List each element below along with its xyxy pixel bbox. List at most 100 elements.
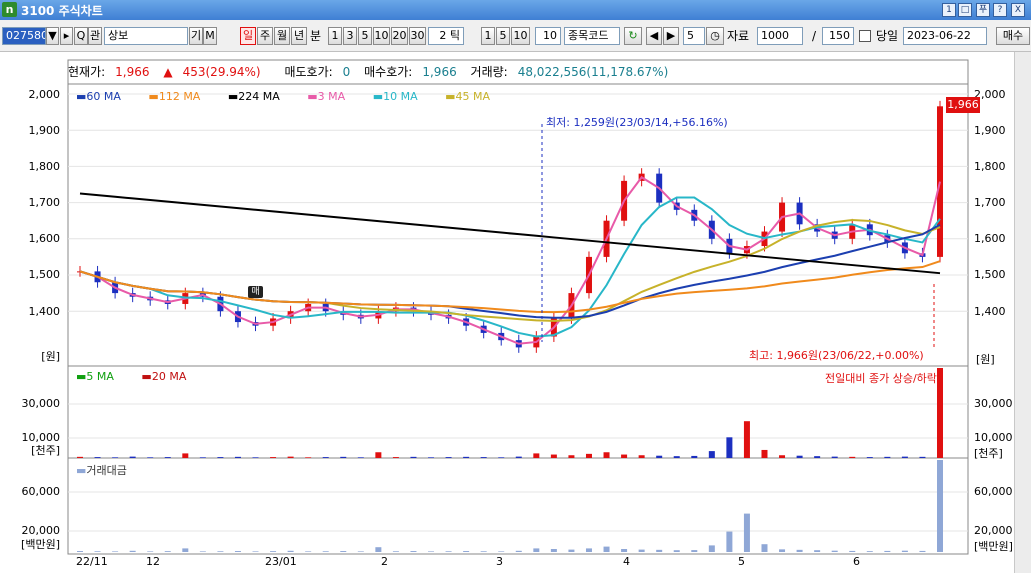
today-checkbox[interactable] (859, 30, 871, 42)
x-tick: 2 (381, 555, 388, 568)
period-month-button[interactable]: 월 (274, 27, 290, 45)
minute-1-button[interactable]: 1 (328, 27, 342, 45)
legend-ma10[interactable]: ▬10 MA (373, 90, 430, 103)
volume-bar (743, 421, 750, 458)
search-icon[interactable]: Q (74, 27, 88, 45)
amount-bar (901, 550, 908, 552)
volume-bar (638, 455, 645, 458)
vertical-scrollbar[interactable] (1014, 52, 1031, 573)
amount-bar (77, 551, 83, 552)
volume-bar (305, 457, 312, 458)
minute-20-button[interactable]: 20 (391, 27, 408, 45)
buy-signal-marker: 매 (248, 286, 263, 298)
amount-bar (234, 551, 241, 552)
amount-bar (691, 550, 698, 552)
volume-bar (129, 456, 136, 458)
window-btn-close[interactable]: X (1011, 3, 1025, 17)
data-label: 자료 (727, 29, 750, 43)
legend-vol20[interactable]: ▬20 MA (141, 370, 198, 383)
amount-bar (182, 548, 189, 552)
기-button[interactable]: 기 (189, 27, 203, 45)
stock-name-field[interactable]: 상보 (104, 27, 188, 45)
ask-label: 매도호가: (284, 65, 333, 79)
window-btn-restore[interactable]: □ (958, 3, 972, 17)
volume-bar (112, 457, 119, 458)
tick-10-button[interactable]: 10 (511, 27, 530, 45)
up-arrow-icon: ▲ (163, 65, 173, 79)
ma45-line (79, 218, 941, 322)
x-tick: 12 (146, 555, 160, 568)
tick-1-button[interactable]: 1 (481, 27, 495, 45)
next-icon[interactable]: ▶ (663, 27, 679, 45)
period-day-button[interactable]: 일 (240, 27, 256, 45)
volume-bar (428, 457, 435, 458)
buy-button[interactable]: 매수 (996, 27, 1030, 45)
volume-bar (498, 457, 505, 458)
code-next-icon[interactable]: ▸ (60, 27, 73, 45)
prev-icon[interactable]: ◀ (646, 27, 662, 45)
amount-bar (831, 550, 838, 552)
volume-bar (621, 454, 628, 458)
legend-ma45[interactable]: ▬45 MA (445, 90, 502, 103)
volume-bar (533, 453, 540, 458)
price-tick: 1,400 (28, 305, 61, 318)
refresh-icon[interactable]: ↻ (624, 27, 642, 45)
x-tick: 4 (623, 555, 630, 568)
volume-bar (673, 456, 680, 458)
amount-bar (199, 551, 206, 552)
tick-input[interactable]: 2 틱 (428, 27, 464, 45)
amount-bar (129, 550, 136, 552)
amount-bar (603, 546, 610, 552)
m-button[interactable]: M (203, 27, 217, 45)
volume-bar (779, 455, 786, 458)
date-select[interactable]: 2023-06-22 (903, 27, 987, 45)
amount-bar (779, 549, 786, 552)
legend-ma60[interactable]: ▬60 MA (76, 90, 133, 103)
window-btn-help[interactable]: ? (993, 3, 1007, 17)
minute-5-button[interactable]: 5 (358, 27, 372, 45)
legend-ma224[interactable]: ▬224 MA (228, 90, 292, 103)
tick-count-input[interactable]: 10 (535, 27, 561, 45)
legend-vol5[interactable]: ▬5 MA (76, 370, 126, 383)
count-total-input[interactable]: 150 (822, 27, 854, 45)
volume-label: 거래량: (470, 65, 508, 79)
clock-icon[interactable]: ◷ (706, 27, 724, 45)
app-icon: n (2, 2, 17, 17)
watchlist-button[interactable]: 관 (88, 27, 102, 45)
amount-bar (322, 551, 329, 552)
stock-code-input[interactable]: 027580 (2, 27, 46, 45)
volume-unit: [천주] (31, 444, 60, 457)
amount-bar (656, 549, 663, 552)
volume-bar (585, 453, 592, 458)
code-dropdown-icon[interactable]: ▼ (46, 27, 59, 45)
tick-5-button[interactable]: 5 (496, 27, 510, 45)
legend-ma3[interactable]: ▬3 MA (307, 90, 357, 103)
amount-tick: 60,000 (21, 485, 61, 498)
volume-bar (901, 456, 908, 458)
minute-30-button[interactable]: 30 (409, 27, 426, 45)
volume-bar (287, 456, 294, 458)
window-btn-pin[interactable]: 푸 (976, 3, 990, 17)
volume-bar (656, 455, 663, 458)
minute-10-button[interactable]: 10 (373, 27, 390, 45)
period-week-button[interactable]: 주 (257, 27, 273, 45)
price-tick: 2,000 (28, 88, 61, 101)
chart-svg[interactable] (0, 52, 1031, 573)
volume-bar (761, 449, 768, 458)
amount-panel-frame (67, 457, 969, 555)
data-count-select[interactable]: 1000 (757, 27, 803, 45)
amount-legend[interactable]: ▬거래대금 (76, 462, 139, 478)
window-btn-1[interactable]: 1 (942, 3, 956, 17)
minute-3-button[interactable]: 3 (343, 27, 357, 45)
low-annotation: 최저: 1,259원(23/03/14,+56.16%) (546, 116, 728, 129)
period-year-button[interactable]: 년 (291, 27, 307, 45)
x-tick: 23/01 (265, 555, 297, 568)
amount-bar (884, 550, 891, 552)
legend-ma112[interactable]: ▬112 MA (148, 90, 212, 103)
volume-bar (463, 456, 470, 458)
amount-bar (585, 548, 592, 552)
page-number-input[interactable]: 5 (683, 27, 705, 45)
volume-bar (340, 456, 347, 458)
amount-bar (340, 551, 347, 552)
stock-code-field[interactable]: 종목코드 (564, 27, 620, 45)
